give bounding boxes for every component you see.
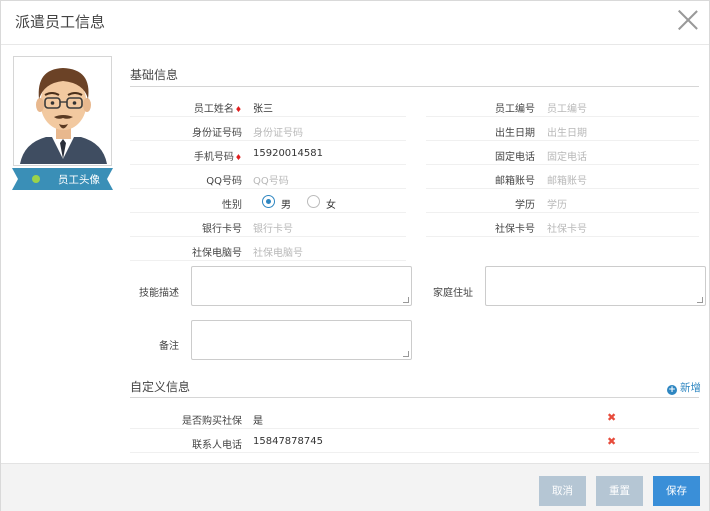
phone-label: 手机号码♦ [193, 152, 242, 163]
custom-row: 联系人电话 15847878745 ✖ [130, 431, 699, 453]
gender-male-radio[interactable] [262, 195, 275, 208]
birth-input[interactable]: 出生日期 [547, 124, 587, 139]
idcard-label: 身份证号码 [192, 128, 242, 139]
section-divider [130, 86, 699, 87]
delete-icon[interactable]: ✖ [607, 411, 616, 424]
section-divider [130, 397, 699, 398]
reset-button[interactable]: 重置 [596, 476, 643, 506]
sscard-label: 社保卡号 [495, 224, 535, 235]
custom-row-value[interactable]: 是 [253, 412, 263, 427]
tel-row: 固定电话 固定电话 [426, 143, 699, 165]
birth-label: 出生日期 [495, 128, 535, 139]
edu-row: 学历 学历 [426, 191, 699, 213]
avatar-label: 员工头像 [58, 174, 100, 186]
gender-row: 性别 男 女 [130, 191, 406, 213]
address-textarea[interactable] [485, 266, 706, 306]
idcard-input[interactable]: 身份证号码 [253, 124, 303, 139]
sspc-input[interactable]: 社保电脑号 [253, 244, 303, 259]
delete-icon[interactable]: ✖ [607, 435, 616, 448]
bank-row: 银行卡号 银行卡号 [130, 215, 406, 237]
mail-label: 邮箱账号 [495, 176, 535, 187]
bank-label: 银行卡号 [202, 224, 242, 235]
section-title-basic: 基础信息 [130, 68, 179, 82]
tel-input[interactable]: 固定电话 [547, 148, 587, 163]
gender-female-label: 女 [326, 200, 336, 211]
edu-label: 学历 [515, 200, 535, 211]
qq-row: QQ号码 QQ号码 [130, 167, 406, 189]
gender-label: 性别 [222, 200, 242, 211]
cancel-button[interactable]: 取消 [539, 476, 586, 506]
custom-row: 是否购买社保 是 ✖ [130, 407, 699, 429]
dialog: 派遣员工信息 员工头像 基础信息 员工姓名♦ 张三 员工编号 员工编号 身份证号… [0, 0, 710, 511]
edu-input[interactable]: 学历 [547, 196, 567, 211]
save-button[interactable]: 保存 [653, 476, 700, 506]
address-label: 家庭住址 [433, 288, 473, 299]
birth-row: 出生日期 出生日期 [426, 119, 699, 141]
avatar-image [16, 59, 111, 164]
sspc-label: 社保电脑号 [192, 248, 242, 259]
phone-row: 手机号码♦ 15920014581 [130, 143, 406, 165]
qq-input[interactable]: QQ号码 [253, 172, 289, 187]
sscard-input[interactable]: 社保卡号 [547, 220, 587, 235]
custom-row-value[interactable]: 15847878745 [253, 436, 323, 447]
custom-row-label: 联系人电话 [192, 440, 242, 451]
custom-row-label: 是否购买社保 [182, 416, 242, 427]
close-icon[interactable] [677, 9, 699, 31]
name-label: 员工姓名♦ [193, 104, 242, 115]
phone-input[interactable]: 15920014581 [253, 148, 323, 159]
avatar-label-ribbon: 员工头像 [12, 168, 113, 190]
qq-label: QQ号码 [206, 176, 242, 187]
remark-label: 备注 [159, 341, 179, 352]
gender-male-label: 男 [281, 200, 291, 211]
tel-label: 固定电话 [495, 152, 535, 163]
sscard-row: 社保卡号 社保卡号 [426, 215, 699, 237]
add-custom-button[interactable]: + 新增 [667, 380, 701, 395]
idcard-row: 身份证号码 身份证号码 [130, 119, 406, 141]
dialog-title: 派遣员工信息 [15, 13, 106, 31]
empno-input[interactable]: 员工编号 [547, 100, 587, 115]
empno-label: 员工编号 [495, 104, 535, 115]
name-row: 员工姓名♦ 张三 [130, 95, 406, 117]
mail-input[interactable]: 邮箱账号 [547, 172, 587, 187]
sspc-row: 社保电脑号 社保电脑号 [130, 239, 406, 261]
empno-row: 员工编号 员工编号 [426, 95, 699, 117]
plus-icon: + [667, 385, 677, 395]
bank-input[interactable]: 银行卡号 [253, 220, 293, 235]
name-input[interactable]: 张三 [253, 100, 273, 115]
mail-row: 邮箱账号 邮箱账号 [426, 167, 699, 189]
skill-textarea[interactable] [191, 266, 412, 306]
skill-label: 技能描述 [139, 288, 179, 299]
status-dot-icon [32, 175, 40, 183]
gender-female-radio[interactable] [307, 195, 320, 208]
section-title-custom: 自定义信息 [130, 380, 191, 394]
remark-textarea[interactable] [191, 320, 412, 360]
dialog-titlebar: 派遣员工信息 [1, 1, 709, 45]
avatar[interactable] [13, 56, 112, 166]
